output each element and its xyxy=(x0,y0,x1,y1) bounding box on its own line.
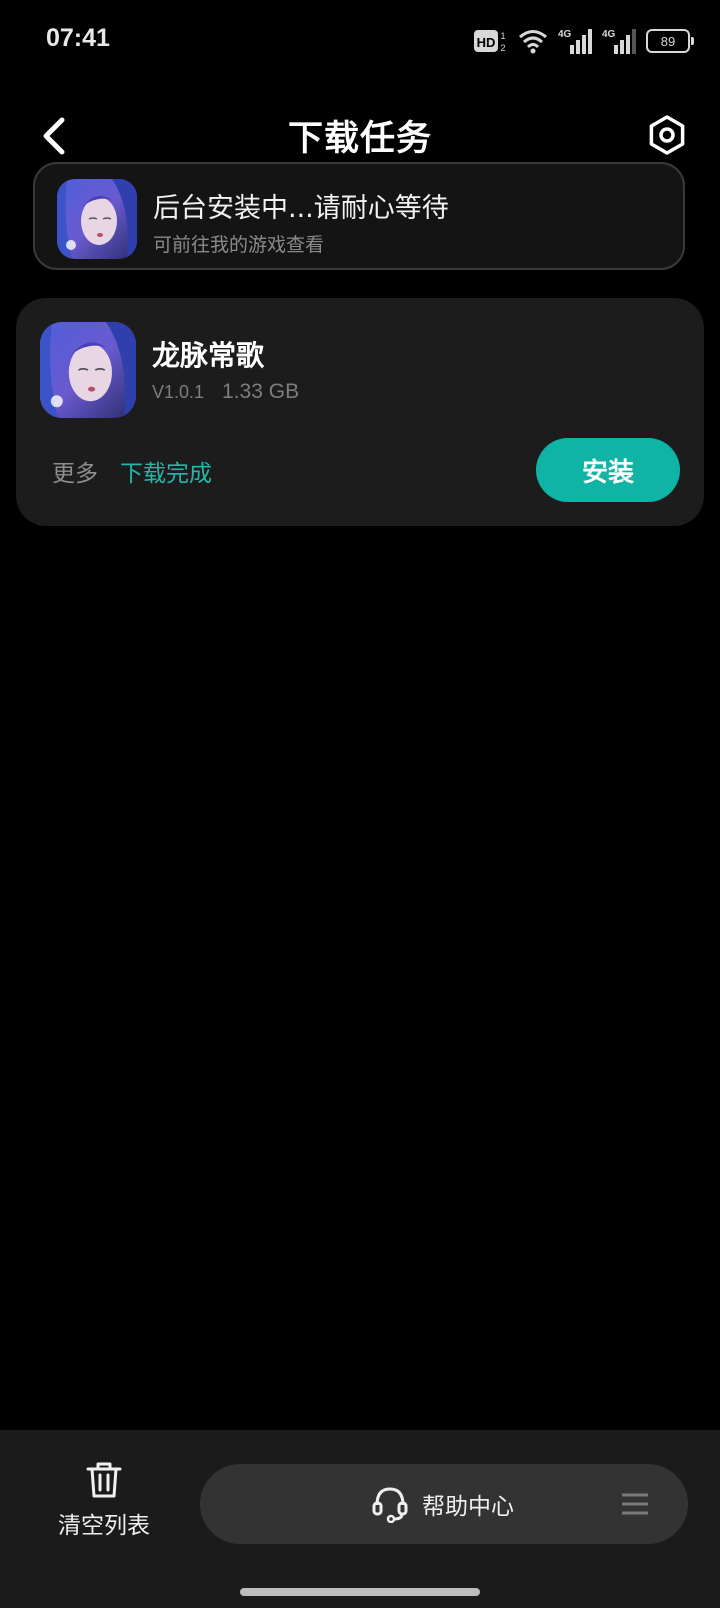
battery-level: 89 xyxy=(660,33,676,49)
hd-label: HD xyxy=(477,35,496,50)
wifi-icon xyxy=(518,28,548,54)
install-banner[interactable]: 后台安装中...请耐心等待 可前往我的游戏查看 xyxy=(33,162,685,270)
home-indicator[interactable] xyxy=(240,1588,480,1596)
signal-icon-2: 4G xyxy=(602,27,636,55)
game-meta: V1.0.1 1.33 GB xyxy=(152,380,299,404)
more-button[interactable]: 更多 xyxy=(52,454,98,488)
clear-list-label: 清空列表 xyxy=(58,1513,150,1539)
help-center-button[interactable]: 帮助中心 xyxy=(200,1464,688,1544)
trash-icon xyxy=(86,1462,122,1498)
download-item-card: 龙脉常歌 V1.0.1 1.33 GB 更多 下载完成 安装 xyxy=(16,298,704,526)
download-status: 下载完成 xyxy=(120,461,212,487)
banner-title: 后台安装中...请耐心等待 xyxy=(153,193,449,224)
gear-icon xyxy=(649,115,685,155)
banner-subtitle: 可前往我的游戏查看 xyxy=(153,234,325,256)
svg-text:1: 1 xyxy=(500,31,505,41)
help-center-label: 帮助中心 xyxy=(422,1494,514,1520)
status-icons: HD 1 2 4G 4G 89 xyxy=(474,26,694,56)
headset-icon xyxy=(372,1487,408,1523)
menu-icon[interactable] xyxy=(622,1492,648,1516)
battery-icon: 89 xyxy=(646,29,694,53)
game-icon xyxy=(57,179,137,259)
game-version: V1.0.1 xyxy=(152,382,205,402)
status-time: 07:41 xyxy=(46,24,110,52)
clear-list-button[interactable]: 清空列表 xyxy=(44,1460,164,1550)
bottom-bar: 清空列表 帮助中心 xyxy=(0,1430,720,1608)
svg-text:2: 2 xyxy=(500,43,505,53)
network-label-1: 4G xyxy=(558,29,572,40)
game-name: 龙脉常歌 xyxy=(152,339,265,372)
hd-icon: HD 1 2 xyxy=(474,28,508,54)
settings-button[interactable] xyxy=(644,112,690,158)
signal-icon-1: 4G xyxy=(558,27,592,55)
network-label-2: 4G xyxy=(602,29,616,40)
install-button[interactable]: 安装 xyxy=(536,438,680,502)
page-title: 下载任务 xyxy=(287,119,432,159)
status-bar: 07:41 HD 1 2 4G 4G 89 xyxy=(0,0,720,84)
game-icon xyxy=(40,322,136,418)
game-size: 1.33 GB xyxy=(222,380,300,403)
